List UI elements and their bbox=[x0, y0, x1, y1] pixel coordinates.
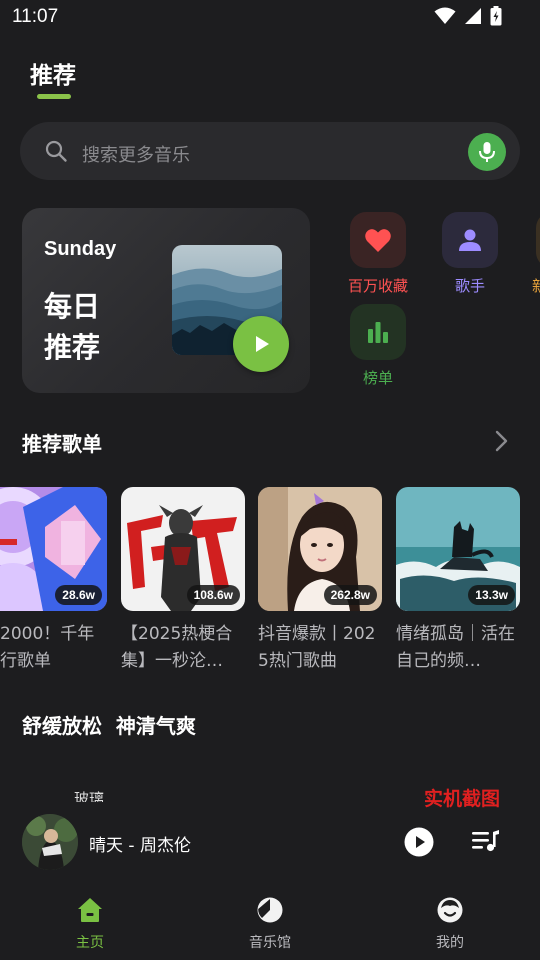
playlist-card[interactable]: 262.8w 抖音爆款丨2025热门歌曲 bbox=[258, 487, 382, 675]
profile-icon bbox=[437, 897, 463, 923]
quick-link-icon-box bbox=[350, 212, 406, 268]
quick-link-label: 榜单 bbox=[362, 369, 393, 387]
new-icon bbox=[536, 212, 540, 268]
status-time: 11:07 bbox=[12, 6, 59, 27]
daily-play-button[interactable] bbox=[233, 316, 289, 372]
peek-item-title: 玻璃 bbox=[74, 790, 105, 802]
playlist-title: 抖音爆款丨2025热门歌曲 bbox=[258, 624, 376, 671]
wifi-icon bbox=[434, 7, 456, 24]
music-hall-icon bbox=[257, 897, 283, 923]
playlist-cover: 13.3w bbox=[396, 487, 520, 611]
playlist-cover: 262.8w bbox=[258, 487, 382, 611]
search-icon bbox=[45, 140, 67, 162]
chart-bars-icon bbox=[368, 322, 388, 343]
mini-player[interactable]: 晴天 - 周杰伦 bbox=[0, 810, 540, 874]
nav-music-hall-label: 音乐馆 bbox=[249, 935, 291, 951]
quick-link-icon-box bbox=[442, 212, 498, 268]
playlist-title: 回2000！千年流行歌单 bbox=[0, 624, 95, 671]
nav-music-hall[interactable]: 音乐馆 bbox=[220, 896, 320, 952]
playlist-queue-icon[interactable] bbox=[471, 829, 501, 853]
now-playing-title: 晴天 - 周杰伦 bbox=[89, 836, 191, 856]
heart-icon bbox=[365, 229, 391, 252]
play-count-badge: 28.6w bbox=[55, 585, 102, 605]
quick-link-singers[interactable]: 歌手 bbox=[430, 212, 510, 296]
chevron-right-icon[interactable] bbox=[494, 430, 508, 452]
tab-active-indicator bbox=[37, 94, 71, 99]
play-count-badge: 13.3w bbox=[468, 585, 515, 605]
playlist-card[interactable]: 108.6w 【2025热梗合集】一秒沦… bbox=[121, 487, 245, 675]
voice-search-button[interactable] bbox=[468, 133, 506, 171]
person-icon bbox=[459, 229, 481, 251]
playlist-card[interactable]: 13.3w 情绪孤岛｜活在自己的频… bbox=[396, 487, 520, 675]
daily-day-label: Sunday bbox=[44, 238, 117, 260]
nav-home[interactable]: 主页 bbox=[40, 896, 140, 952]
quick-link-icon-box bbox=[350, 304, 406, 360]
quick-link-label: 百万收藏 bbox=[347, 277, 408, 295]
tab-recommend[interactable]: 推荐 bbox=[30, 56, 76, 99]
daily-recommend-card[interactable]: Sunday 每日推荐 bbox=[22, 208, 310, 393]
quick-link-favorites[interactable]: 百万收藏 bbox=[338, 212, 418, 296]
nav-home-label: 主页 bbox=[76, 935, 104, 951]
playlist-title: 【2025热梗合集】一秒沦… bbox=[121, 624, 233, 671]
playlist-cover: 108.6w bbox=[121, 487, 245, 611]
watermark-label: 实机截图 bbox=[424, 788, 501, 810]
bottom-nav: 主页 音乐馆 我的 bbox=[0, 880, 540, 960]
playlist-card[interactable]: 28.6w 回2000！千年流行歌单 bbox=[0, 487, 107, 675]
quick-link-charts[interactable]: 榜单 bbox=[338, 304, 418, 388]
playlist-cover: 28.6w bbox=[0, 487, 107, 611]
play-count-badge: 262.8w bbox=[323, 585, 377, 605]
status-icons bbox=[434, 6, 502, 26]
quick-link-label: 新 bbox=[532, 277, 540, 295]
play-button[interactable] bbox=[404, 827, 434, 857]
tab-recommend-label: 推荐 bbox=[30, 63, 76, 89]
cellular-signal-icon bbox=[465, 8, 481, 24]
now-playing-cover bbox=[22, 814, 78, 870]
home-icon bbox=[78, 898, 102, 922]
playlist-title: 情绪孤岛｜活在自己的频… bbox=[396, 624, 515, 671]
search-input[interactable]: 搜索更多音乐 bbox=[82, 141, 190, 167]
battery-icon bbox=[490, 6, 502, 26]
status-bar: 11:07 bbox=[0, 0, 540, 34]
microphone-icon bbox=[479, 142, 495, 162]
section-title-relax: 舒缓放松 神清气爽 bbox=[22, 714, 196, 738]
quick-link-new[interactable]: 新 bbox=[522, 212, 540, 296]
nav-me[interactable]: 我的 bbox=[400, 896, 500, 952]
daily-title: 每日推荐 bbox=[44, 290, 101, 364]
play-count-badge: 108.6w bbox=[186, 585, 240, 605]
quick-link-label: 歌手 bbox=[454, 277, 485, 295]
search-bar[interactable]: 搜索更多音乐 bbox=[20, 122, 520, 180]
nav-me-label: 我的 bbox=[436, 935, 464, 951]
section-title-recommended-playlists: 推荐歌单 bbox=[22, 432, 102, 456]
play-icon bbox=[256, 336, 269, 352]
